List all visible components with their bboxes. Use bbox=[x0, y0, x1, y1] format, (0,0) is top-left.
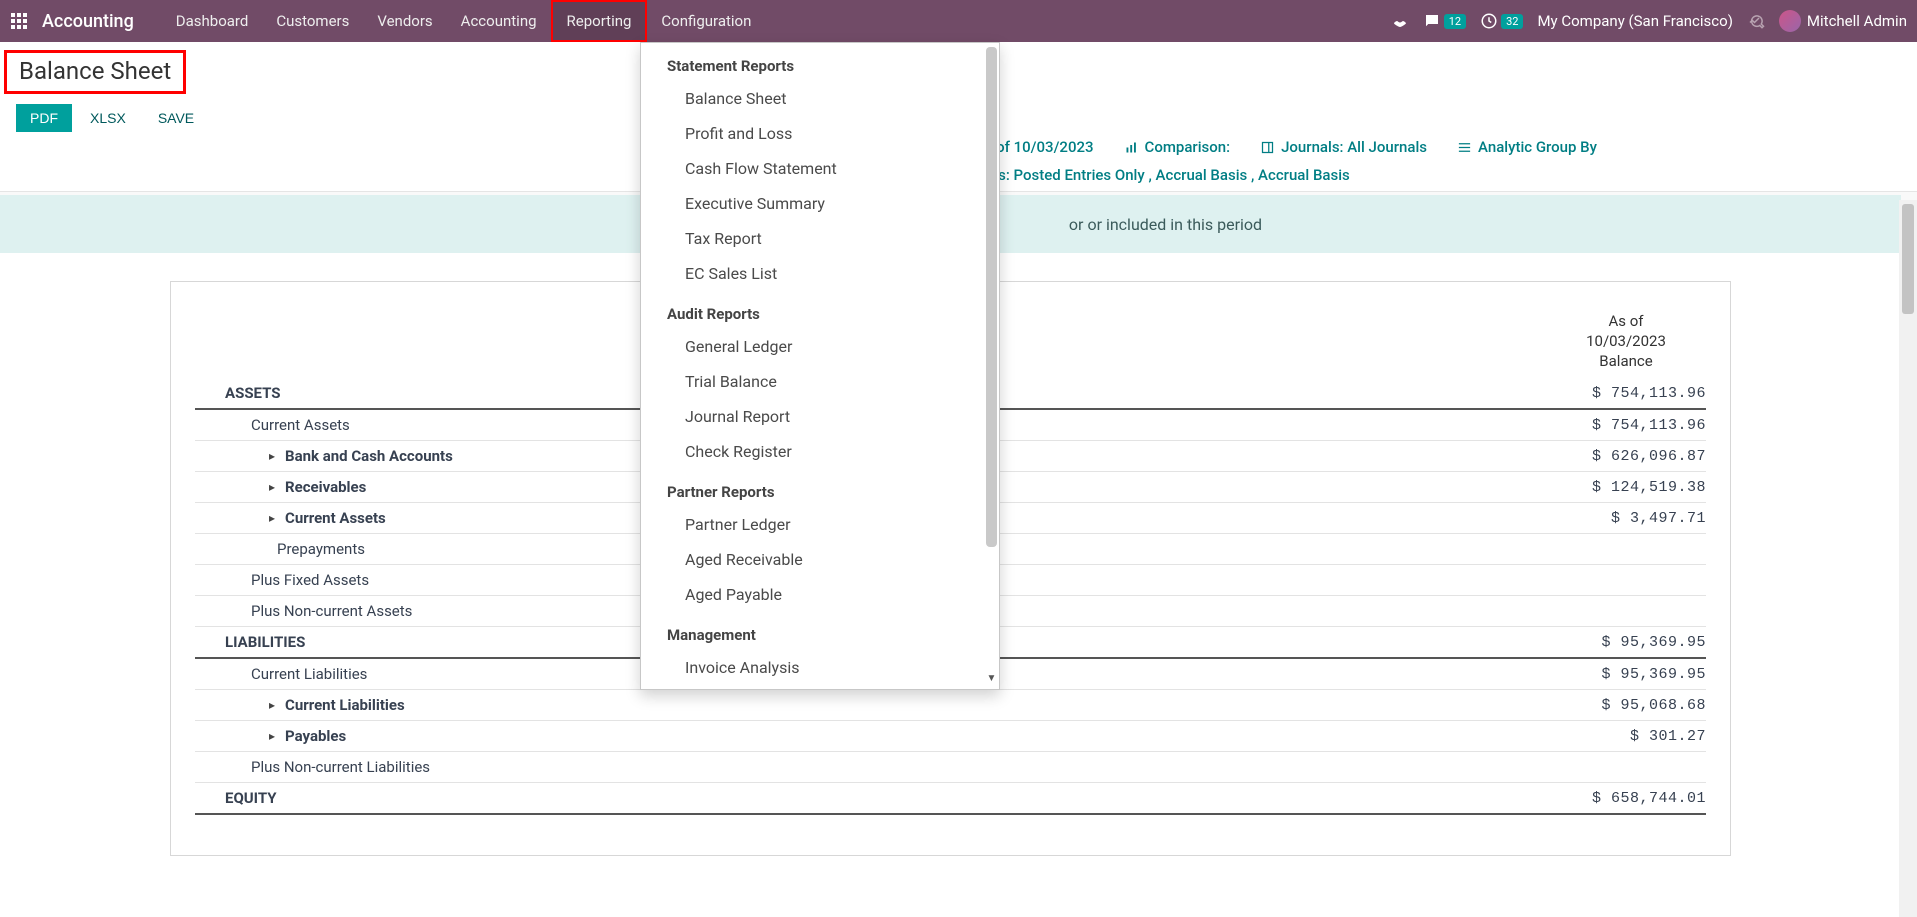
row-amount: $ 95,369.95 bbox=[1601, 666, 1706, 683]
filter-comparison[interactable]: Comparison: bbox=[1124, 138, 1231, 156]
messages-badge: 12 bbox=[1444, 14, 1466, 29]
dropdown-item[interactable]: Trial Balance bbox=[641, 364, 999, 399]
row-amount: $ 124,519.38 bbox=[1592, 479, 1706, 496]
row-label: ASSETS bbox=[195, 384, 281, 402]
dropdown-item[interactable]: Executive Summary bbox=[641, 186, 999, 221]
row-amount: $ 754,113.96 bbox=[1592, 385, 1706, 402]
dropdown-item[interactable]: Invoice Analysis bbox=[641, 650, 999, 685]
avatar bbox=[1779, 10, 1801, 32]
caret-right-icon[interactable]: ▸ bbox=[265, 698, 279, 712]
menu-item-accounting[interactable]: Accounting bbox=[447, 0, 551, 42]
dropdown-item[interactable]: Aged Payable bbox=[641, 577, 999, 612]
dropdown-item[interactable]: Profit and Loss bbox=[641, 116, 999, 151]
row-label: Prepayments bbox=[195, 540, 365, 558]
dropdown-item[interactable]: Journal Report bbox=[641, 399, 999, 434]
apps-icon[interactable] bbox=[10, 12, 28, 30]
filter-analytic[interactable]: Analytic Group By bbox=[1457, 138, 1597, 156]
info-banner-text: or or included in this period bbox=[1069, 215, 1262, 234]
row-label: Plus Fixed Assets bbox=[195, 571, 369, 589]
dropdown-scrollbar[interactable] bbox=[986, 47, 997, 547]
menu-item-reporting[interactable]: Reporting bbox=[551, 0, 648, 42]
user-menu[interactable]: Mitchell Admin bbox=[1779, 10, 1907, 32]
export-xlsx-button[interactable]: XLSX bbox=[76, 104, 140, 132]
dropdown-item[interactable]: Balance Sheet bbox=[641, 81, 999, 116]
col-header-date: 10/03/2023 bbox=[1546, 332, 1706, 350]
top-navbar: Accounting DashboardCustomersVendorsAcco… bbox=[0, 0, 1917, 42]
dropdown-item[interactable]: Check Register bbox=[641, 434, 999, 469]
row-amount: $ 95,369.95 bbox=[1601, 634, 1706, 651]
filter-journals[interactable]: Journals: All Journals bbox=[1260, 138, 1427, 156]
menu-item-vendors[interactable]: Vendors bbox=[363, 0, 446, 42]
menu-item-customers[interactable]: Customers bbox=[262, 0, 363, 42]
row-label: LIABILITIES bbox=[195, 633, 305, 651]
row-amount: $ 626,096.87 bbox=[1592, 448, 1706, 465]
messages-icon[interactable]: 12 bbox=[1423, 12, 1466, 30]
dropdown-section: Audit Reports bbox=[641, 291, 999, 329]
row-amount: $ 95,068.68 bbox=[1601, 697, 1706, 714]
caret-right-icon[interactable]: ▸ bbox=[265, 480, 279, 494]
row-label: Plus Non-current Liabilities bbox=[195, 758, 430, 776]
dropdown-scroll-down-icon[interactable]: ▼ bbox=[986, 673, 997, 687]
report-row[interactable]: ▸ Payables $ 301.27 bbox=[195, 721, 1706, 752]
dropdown-section: Management bbox=[641, 612, 999, 650]
col-header-asof: As of bbox=[1608, 312, 1643, 330]
row-label: Bank and Cash Accounts bbox=[285, 447, 453, 465]
caret-right-icon[interactable]: ▸ bbox=[265, 511, 279, 525]
main-menu: DashboardCustomersVendorsAccountingRepor… bbox=[162, 0, 766, 42]
row-amount: $ 301.27 bbox=[1630, 728, 1706, 745]
app-brand[interactable]: Accounting bbox=[42, 11, 134, 32]
dropdown-section: Partner Reports bbox=[641, 469, 999, 507]
dropdown-item[interactable]: Cash Flow Statement bbox=[641, 151, 999, 186]
activities-badge: 32 bbox=[1501, 14, 1523, 29]
row-label: Plus Non-current Assets bbox=[195, 602, 412, 620]
row-label: Current Liabilities bbox=[285, 696, 405, 714]
row-label: EQUITY bbox=[195, 789, 277, 807]
row-label: Current Liabilities bbox=[195, 665, 367, 683]
dropdown-item[interactable]: EC Sales List bbox=[641, 256, 999, 291]
filter-options[interactable]: Options: Posted Entries Only , Accrual B… bbox=[954, 166, 1350, 184]
dropdown-section: Statement Reports bbox=[641, 43, 999, 81]
dropdown-item[interactable]: Tax Report bbox=[641, 221, 999, 256]
activities-icon[interactable]: 32 bbox=[1480, 12, 1523, 30]
dropdown-item[interactable]: General Ledger bbox=[641, 329, 999, 364]
dropdown-item[interactable]: Partner Ledger bbox=[641, 507, 999, 542]
row-label: Receivables bbox=[285, 478, 366, 496]
col-header-balance: Balance bbox=[1546, 352, 1706, 370]
export-pdf-button[interactable]: PDF bbox=[16, 104, 72, 132]
row-amount: $ 754,113.96 bbox=[1592, 417, 1706, 434]
report-row[interactable]: EQUITY $ 658,744.01 bbox=[195, 783, 1706, 815]
row-label: Current Assets bbox=[195, 416, 350, 434]
reporting-dropdown: Statement ReportsBalance SheetProfit and… bbox=[640, 42, 1000, 690]
menu-item-configuration[interactable]: Configuration bbox=[647, 0, 765, 42]
menu-item-dashboard[interactable]: Dashboard bbox=[162, 0, 263, 42]
voip-icon[interactable] bbox=[1391, 12, 1409, 30]
row-amount: $ 3,497.71 bbox=[1611, 510, 1706, 527]
save-button[interactable]: SAVE bbox=[144, 104, 208, 132]
row-label: Payables bbox=[285, 727, 346, 745]
report-row[interactable]: Plus Non-current Liabilities bbox=[195, 752, 1706, 783]
company-switcher[interactable]: My Company (San Francisco) bbox=[1537, 12, 1732, 30]
report-row[interactable]: ▸ Current Liabilities $ 95,068.68 bbox=[195, 690, 1706, 721]
page-title: Balance Sheet bbox=[4, 50, 186, 94]
row-amount: $ 658,744.01 bbox=[1592, 790, 1706, 807]
user-name: Mitchell Admin bbox=[1807, 12, 1907, 30]
debug-icon[interactable] bbox=[1747, 12, 1765, 30]
caret-right-icon[interactable]: ▸ bbox=[265, 729, 279, 743]
page-scrollbar[interactable] bbox=[1899, 200, 1917, 917]
dropdown-item[interactable]: Aged Receivable bbox=[641, 542, 999, 577]
row-label: Current Assets bbox=[285, 509, 386, 527]
caret-right-icon[interactable]: ▸ bbox=[265, 449, 279, 463]
scrollbar-thumb[interactable] bbox=[1902, 204, 1914, 314]
